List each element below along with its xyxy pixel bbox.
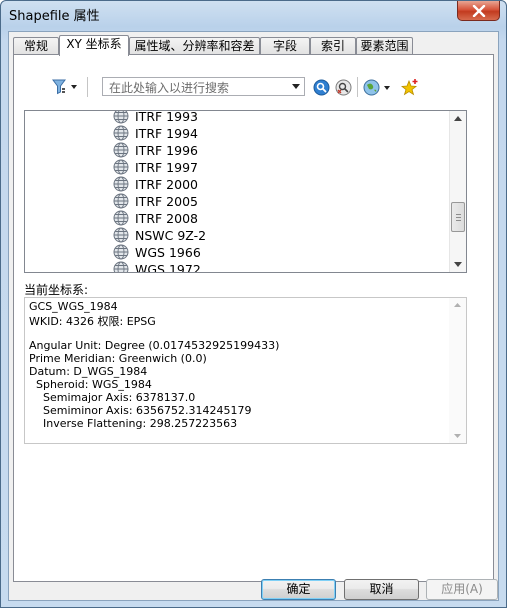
search-input[interactable]: 在此处输入以进行搜索: [102, 77, 305, 96]
toolbar-separator: [87, 77, 88, 97]
globe-icon: [113, 159, 129, 175]
add-favorite-icon: [400, 79, 418, 96]
crs-item-label: NSWC 9Z-2: [135, 228, 207, 243]
xy-coordinate-system-panel: 在此处输入以进行搜索 ITRF 1993 ITRF 1994 ITRF 1996…: [13, 54, 494, 582]
globe-menu-button[interactable]: [363, 79, 395, 99]
tab-xy-coordinate-system[interactable]: XY 坐标系: [59, 35, 129, 56]
grip-line: [456, 214, 461, 215]
crs-detail-line: Inverse Flattening: 298.257223563: [29, 417, 238, 430]
dialog-client: 常规 XY 坐标系 属性域、分辨率和容差 字段 索引 要素范围 在此处输入以进行…: [8, 31, 499, 601]
crs-item-label: ITRF 2005: [135, 194, 198, 209]
tab-indexes[interactable]: 索引: [310, 37, 356, 55]
crs-item-label: ITRF 1994: [135, 126, 198, 141]
crs-item-label: ITRF 2008: [135, 211, 198, 226]
globe-icon: [363, 79, 390, 96]
scroll-thumb[interactable]: [451, 202, 465, 232]
crs-item-label: WGS 1966: [135, 245, 201, 260]
globe-icon: [113, 111, 129, 124]
crs-item-label: ITRF 1996: [135, 143, 198, 158]
toolbar-separator: [357, 77, 358, 97]
tab-label: 要素范围: [360, 39, 409, 53]
details-scrollbar[interactable]: [449, 298, 466, 443]
crs-detail-line: Semimajor Axis: 6378137.0: [29, 391, 196, 404]
list-scrollbar[interactable]: [449, 111, 466, 272]
crs-item-label: WGS 1972: [135, 262, 201, 273]
globe-icon: [113, 142, 129, 158]
globe-icon: [113, 244, 129, 260]
crs-detail-line: Angular Unit: Degree (0.0174532925199433…: [29, 339, 280, 352]
globe-icon: [113, 210, 129, 226]
globe-icon: [113, 193, 129, 209]
add-favorite-button[interactable]: [400, 78, 419, 99]
search-button[interactable]: [313, 79, 330, 99]
globe-icon: [113, 261, 129, 272]
crs-detail-line: Datum: D_WGS_1984: [29, 365, 148, 378]
window-title: Shapefile 属性: [9, 9, 100, 24]
apply-button[interactable]: 应用(A): [426, 579, 498, 600]
tab-label: 属性域、分辨率和容差: [134, 39, 255, 53]
scroll-down-icon[interactable]: [454, 262, 462, 267]
crs-detail-line: WKID: 4326 权限: EPSG: [29, 315, 156, 328]
apply-label: 应用(A): [441, 582, 483, 596]
clear-search-button[interactable]: [335, 79, 352, 99]
crs-item-label: ITRF 1997: [135, 160, 198, 175]
close-icon: [472, 5, 486, 17]
scroll-down-icon[interactable]: [454, 434, 461, 438]
scroll-up-icon[interactable]: [454, 116, 462, 121]
chevron-down-icon[interactable]: [292, 84, 300, 89]
cancel-label: 取消: [369, 582, 394, 596]
filter-button[interactable]: [52, 79, 80, 98]
globe-icon: [113, 176, 129, 192]
tab-feature-extent[interactable]: 要素范围: [356, 37, 413, 55]
tab-fields[interactable]: 字段: [260, 37, 310, 55]
tab-label: 常规: [23, 39, 48, 53]
coordinate-system-list[interactable]: ITRF 1993 ITRF 1994 ITRF 1996 ITRF 1997 ITRF…: [24, 110, 467, 273]
tab-label: XY 坐标系: [66, 37, 122, 51]
tab-domain-resolution-tolerance[interactable]: 属性域、分辨率和容差: [129, 37, 260, 55]
title-bar[interactable]: Shapefile 属性: [1, 1, 506, 29]
search-placeholder: 在此处输入以进行搜索: [109, 81, 230, 95]
tab-general[interactable]: 常规: [13, 37, 59, 55]
globe-icon: [113, 125, 129, 141]
crs-detail-line: Semiminor Axis: 6356752.314245179: [29, 404, 252, 417]
close-button[interactable]: [457, 1, 500, 21]
globe-icon: [113, 227, 129, 243]
search-icon: [313, 79, 330, 96]
tab-label: 字段: [272, 39, 297, 53]
cancel-button[interactable]: 取消: [344, 579, 419, 600]
crs-item-label: ITRF 2000: [135, 177, 198, 192]
ok-button[interactable]: 确定: [261, 579, 336, 600]
current-crs-label: 当前坐标系:: [24, 283, 89, 297]
ok-label: 确定: [286, 582, 311, 596]
current-crs-details[interactable]: GCS_WGS_1984 WKID: 4326 权限: EPSG Angular U…: [24, 297, 467, 444]
scroll-up-icon[interactable]: [454, 303, 461, 307]
grip-line: [456, 220, 461, 221]
clear-search-icon: [335, 79, 352, 96]
crs-detail-line: GCS_WGS_1984: [29, 300, 118, 313]
crs-detail-line: Prime Meridian: Greenwich (0.0): [29, 352, 207, 365]
properties-dialog: Shapefile 属性 常规 XY 坐标系 属性域、分辨率和容差 字段 索引 …: [0, 0, 507, 608]
crs-detail-line: Spheroid: WGS_1984: [29, 378, 152, 391]
grip-line: [456, 217, 461, 218]
crs-item-label: ITRF 1993: [135, 110, 198, 124]
tab-label: 索引: [320, 39, 345, 53]
filter-icon: [52, 79, 77, 95]
